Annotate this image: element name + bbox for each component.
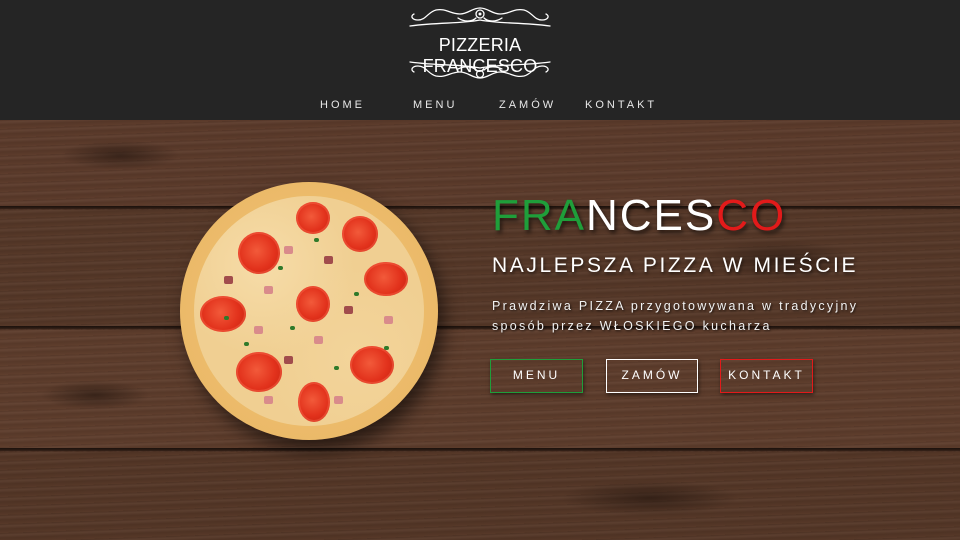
herb-piece <box>244 342 249 346</box>
tomato-slice <box>298 382 330 422</box>
main-nav: HOME MENU ZAMÓW KONTAKT <box>0 99 960 113</box>
tomato-slice <box>296 286 330 322</box>
herb-piece <box>290 326 295 330</box>
tomato-slice <box>350 346 394 384</box>
ham-piece <box>254 326 263 334</box>
ham-piece <box>384 316 393 324</box>
nav-home[interactable]: HOME <box>320 99 365 111</box>
tomato-slice <box>200 296 246 332</box>
ham-piece <box>324 256 333 264</box>
brand-title-white: NCES <box>586 191 717 240</box>
logo[interactable]: PIZZERIA FRANCESCO <box>380 4 580 86</box>
ham-piece <box>284 246 293 254</box>
ham-piece <box>344 306 353 314</box>
site-header: PIZZERIA FRANCESCO HOME MENU ZAMÓW KONTA… <box>0 0 960 120</box>
hero-description-line1: Prawdziwa PIZZA przygotowywana w tradycy… <box>492 299 859 313</box>
pizza-image <box>180 182 438 440</box>
brand-title-red: CO <box>716 191 787 240</box>
hero-description-line2: sposób przez WŁOSKIEGO kucharza <box>492 319 772 333</box>
ornament-bottom-icon <box>409 61 551 79</box>
wood-knot <box>40 380 150 410</box>
wood-knot <box>560 480 740 516</box>
nav-kontakt[interactable]: KONTAKT <box>585 99 657 111</box>
hero-tagline: NAJLEPSZA PIZZA W MIEŚCIE <box>492 254 859 277</box>
zamow-button[interactable]: ZAMÓW <box>606 359 698 393</box>
ham-piece <box>284 356 293 364</box>
ham-piece <box>264 286 273 294</box>
tomato-slice <box>296 202 330 234</box>
wood-plank <box>0 452 960 540</box>
brand-title-green: FRA <box>492 191 586 240</box>
herb-piece <box>334 366 339 370</box>
wood-knot <box>60 140 180 170</box>
ornament-top-icon <box>409 7 551 27</box>
pizza-cheese <box>194 196 424 426</box>
herb-piece <box>384 346 389 350</box>
ham-piece <box>264 396 273 404</box>
ham-piece <box>314 336 323 344</box>
ham-piece <box>224 276 233 284</box>
tomato-slice <box>236 352 282 392</box>
nav-zamow[interactable]: ZAMÓW <box>499 99 556 111</box>
tomato-slice <box>364 262 408 296</box>
menu-button[interactable]: MENU <box>490 359 583 393</box>
herb-piece <box>354 292 359 296</box>
brand-title: FRANCESCO <box>492 194 786 238</box>
tomato-slice <box>238 232 280 274</box>
herb-piece <box>278 266 283 270</box>
ham-piece <box>334 396 343 404</box>
tomato-slice <box>342 216 378 252</box>
kontakt-button[interactable]: KONTAKT <box>720 359 813 393</box>
herb-piece <box>314 238 319 242</box>
hero-description: Prawdziwa PIZZA przygotowywana w tradycy… <box>492 296 932 336</box>
herb-piece <box>224 316 229 320</box>
nav-menu[interactable]: MENU <box>413 99 457 111</box>
hero-section: FRANCESCO NAJLEPSZA PIZZA W MIEŚCIE Praw… <box>0 120 960 540</box>
